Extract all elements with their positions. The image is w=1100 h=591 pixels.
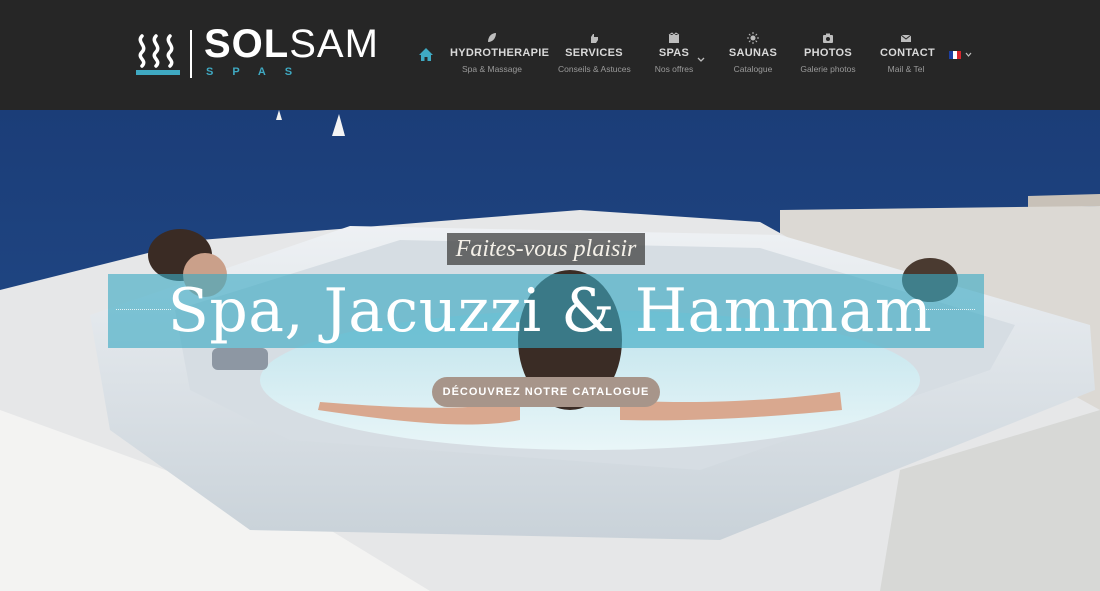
logo-wordmark: SOLSAM [204,22,379,66]
nav-item-sub: Galerie photos [800,64,856,74]
nav-item-sub: Catalogue [733,64,773,74]
nav-item-label: PHOTOS [803,47,853,59]
leaf-icon [488,33,496,42]
site-header: SOLSAM SPAS HYDROTHERAPIE Spa & Massage … [0,0,1100,110]
hero-headline: Spa, Jacuzzi & Hammam [167,276,933,346]
logo-tagline: SPAS [206,66,312,78]
site-logo[interactable]: SOLSAM SPAS [134,22,394,80]
nav-item-photos[interactable]: PHOTOS Galerie photos [800,32,856,74]
hero-banner: Faites-vous plaisir Spa, Jacuzzi & Hamma… [0,110,1100,591]
nav-item-label: SERVICES [565,47,623,59]
hand-icon [591,34,598,43]
nav-item-sub: Nos offres [654,64,694,74]
nav-item-label: HYDROTHERAPIE [450,47,550,59]
hero-tagline: Faites-vous plaisir [447,233,645,265]
logo-divider [190,30,192,78]
steam-logo-icon [136,34,180,75]
chevron-down-icon[interactable] [965,52,972,57]
nav-item-services[interactable]: SERVICES Conseils & Astuces [558,32,631,74]
nav-item-label: SAUNAS [728,47,778,59]
nav-item-label: CONTACT [880,47,936,59]
film-icon [668,32,680,43]
nav-item-hydrotherapie[interactable]: HYDROTHERAPIE Spa & Massage [450,32,550,74]
hero-background-image [0,110,1100,591]
nav-item-sub: Conseils & Astuces [558,64,631,74]
nav-item-sub: Mail & Tel [887,64,925,74]
chevron-down-icon[interactable] [697,57,705,63]
nav-item-saunas[interactable]: SAUNAS Catalogue [728,32,778,74]
nav-item-contact[interactable]: CONTACT Mail & Tel [880,32,936,74]
camera-icon [823,33,833,43]
nav-item-label: SPAS [658,47,690,59]
envelope-icon [900,34,912,42]
fr-flag-icon[interactable] [949,51,961,59]
home-icon[interactable] [418,47,434,63]
catalogue-button[interactable]: DÉCOUVREZ NOTRE CATALOGUE [432,377,660,407]
nav-item-spas[interactable]: SPAS Nos offres [651,32,697,74]
nav-item-sub: Spa & Massage [461,64,522,74]
sun-icon [747,32,759,44]
